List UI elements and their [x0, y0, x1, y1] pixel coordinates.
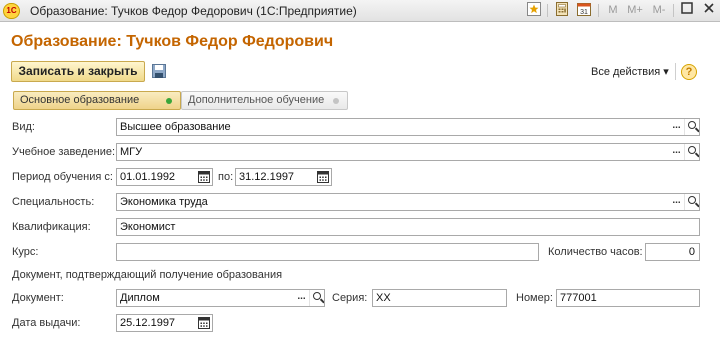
period-from-field[interactable]: 01.01.1992 [116, 168, 213, 186]
open-search-icon[interactable] [309, 290, 324, 306]
tab-active-dot-icon [166, 98, 172, 104]
calendar-icon[interactable] [197, 316, 211, 330]
hours-label: Количество часов: [548, 246, 643, 258]
qualification-value: Экономист [120, 221, 176, 233]
mem-button[interactable]: M [603, 2, 623, 19]
specialty-label: Специальность: [12, 196, 95, 208]
series-label: Серия: [332, 292, 368, 304]
tab-label: Основное образование [20, 94, 140, 106]
issue-date-value: 25.12.1997 [120, 317, 176, 329]
open-search-icon[interactable] [684, 119, 699, 135]
period-to-label: по: [218, 171, 234, 183]
toolbar-separator [673, 4, 674, 17]
course-field[interactable] [116, 243, 539, 261]
close-icon[interactable] [700, 2, 718, 19]
open-search-icon[interactable] [684, 194, 699, 210]
qualification-field[interactable]: Экономист [116, 218, 700, 236]
toolbar-separator [547, 4, 548, 17]
form-title: Образование: Тучков Федор Федорович [11, 33, 334, 50]
institution-label: Учебное заведение: [12, 146, 116, 158]
maximize-icon[interactable] [678, 2, 696, 19]
series-value: ХХ [376, 292, 391, 304]
course-label: Курс: [12, 246, 39, 258]
kind-label: Вид: [12, 121, 35, 133]
kind-value: Высшее образование [120, 121, 231, 133]
kind-field[interactable]: Высшее образование ... [116, 118, 700, 136]
calculator-icon[interactable] [553, 2, 571, 19]
tab-inactive-dot-icon [333, 98, 339, 104]
document-label: Документ: [12, 292, 64, 304]
favorite-star-icon[interactable] [525, 2, 543, 19]
document-field[interactable]: Диплом ... [116, 289, 325, 307]
save-and-close-button[interactable]: Записать и закрыть [11, 61, 145, 82]
svg-text:31: 31 [580, 9, 588, 16]
all-actions-menu[interactable]: Все действия ▾ [591, 65, 669, 78]
hours-value: 0 [688, 246, 695, 258]
series-field[interactable]: ХХ [372, 289, 507, 307]
toolbar-separator [598, 4, 599, 17]
period-label: Период обучения с: [12, 171, 113, 183]
calendar-toolbar-icon[interactable]: 31 [575, 2, 593, 19]
period-from-value: 01.01.1992 [120, 171, 176, 183]
institution-field[interactable]: МГУ ... [116, 143, 700, 161]
select-more-button[interactable]: ... [669, 119, 684, 135]
help-icon[interactable]: ? [681, 64, 697, 80]
period-to-value: 31.12.1997 [239, 171, 295, 183]
select-more-button[interactable]: ... [669, 144, 684, 160]
calendar-icon[interactable] [316, 170, 330, 184]
specialty-field[interactable]: Экономика труда ... [116, 193, 700, 211]
calendar-icon[interactable] [197, 170, 211, 184]
select-more-button[interactable]: ... [294, 290, 309, 306]
issue-date-label: Дата выдачи: [12, 317, 81, 329]
tab-main-education[interactable]: Основное образование [13, 91, 181, 110]
document-value: Диплом [120, 292, 160, 304]
open-search-icon[interactable] [684, 144, 699, 160]
tab-label: Дополнительное обучение [188, 94, 325, 106]
document-section-caption: Документ, подтверждающий получение образ… [12, 269, 283, 281]
institution-value: МГУ [120, 146, 143, 158]
window-titlebar: 1С Образование: Тучков Федор Федорович (… [0, 0, 720, 22]
period-to-field[interactable]: 31.12.1997 [235, 168, 332, 186]
save-floppy-icon[interactable] [152, 64, 166, 78]
specialty-value: Экономика труда [120, 196, 208, 208]
issue-date-field[interactable]: 25.12.1997 [116, 314, 213, 332]
qualification-label: Квалификация: [12, 221, 91, 233]
window-title: Образование: Тучков Федор Федорович (1С:… [30, 4, 357, 18]
hours-field[interactable]: 0 [645, 243, 700, 261]
select-more-button[interactable]: ... [669, 194, 684, 210]
number-label: Номер: [516, 292, 553, 304]
number-value: 777001 [560, 292, 597, 304]
toolbar-separator [675, 63, 676, 80]
app-logo-icon: 1С [3, 3, 20, 19]
tab-additional-training[interactable]: Дополнительное обучение [181, 91, 348, 110]
number-field[interactable]: 777001 [556, 289, 700, 307]
mem-plus-button[interactable]: M+ [625, 2, 645, 19]
mem-minus-button[interactable]: M- [649, 2, 669, 19]
